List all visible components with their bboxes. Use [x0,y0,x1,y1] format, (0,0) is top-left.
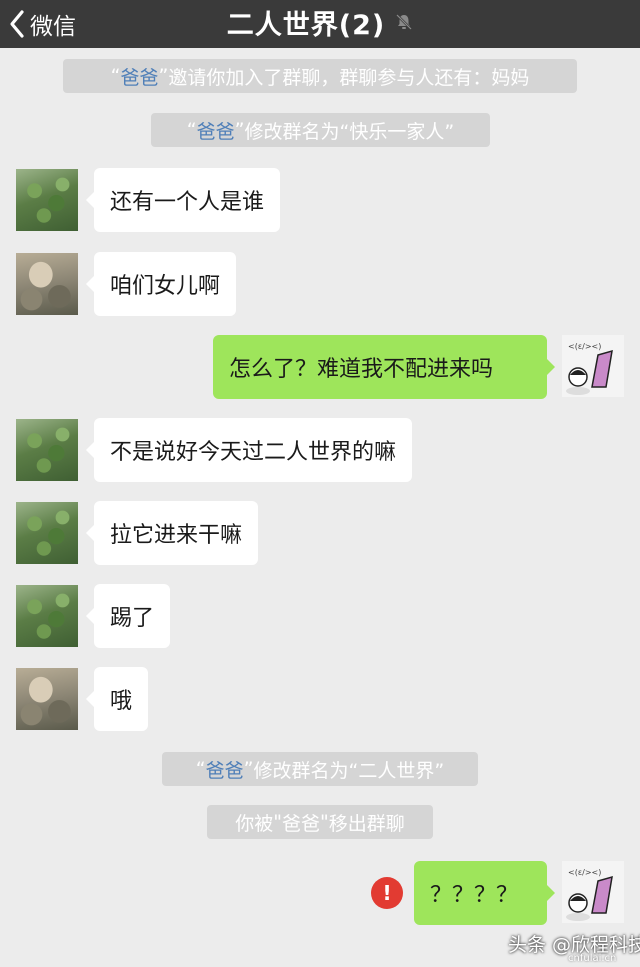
cartoon-avatar-icon: <(ε/><) [566,868,613,921]
message-text: 还有一个人是谁 [110,190,265,215]
message-text: 哦 [110,689,133,714]
chat-title-text: 二人世界(2) [226,9,386,41]
send-failed-icon[interactable]: ! [371,877,403,909]
mute-bell-icon [396,14,413,30]
system-notice-rename: “爸爸” 修改群名为“快乐一家人” [151,113,490,147]
navigation-bar: 微信 二人世界(2) [0,0,640,48]
send-failed-mark: ! [382,881,392,905]
message-bubble-incoming[interactable]: 咱们女儿啊 [85,252,237,316]
cartoon-avatar-icon: <(ε/><) [566,342,613,395]
notice-actor-name[interactable]: 爸爸 [206,756,244,783]
svg-text:<(ε/><): <(ε/><) [568,868,601,877]
notice-text: 邀请你加入了群聊，群聊参与人还有：妈妈 [168,66,530,89]
avatar[interactable] [16,668,78,730]
system-notice-rename: “爸爸” 修改群名为“二人世界” [162,752,478,786]
system-notice-invite: “爸爸” 邀请你加入了群聊，群聊参与人还有：妈妈 [63,59,577,93]
avatar[interactable] [16,502,78,564]
notice-text: 修改群名为“快乐一家人” [244,120,455,143]
message-bubble-incoming[interactable]: 还有一个人是谁 [85,168,281,232]
message-bubble-outgoing[interactable]: ？？？？ [414,861,555,925]
notice-text: 修改群名为“二人世界” [253,759,445,782]
avatar[interactable] [16,169,78,231]
avatar[interactable]: <(ε/><) [562,861,624,923]
message-text: 不是说好今天过二人世界的嘛 [110,440,397,465]
avatar[interactable]: <(ε/><) [562,335,624,397]
notice-actor-name[interactable]: 爸爸 [282,809,320,836]
watermark-url: cnfulai.cn [568,953,617,964]
svg-text:<(ε/><): <(ε/><) [568,342,601,351]
message-text: 怎么了？难道我不配进来吗 [229,357,494,382]
message-text: ？？？？ [430,883,519,908]
message-bubble-incoming[interactable]: 不是说好今天过二人世界的嘛 [85,418,413,482]
chat-title: 二人世界(2) [0,0,640,44]
message-bubble-incoming[interactable]: 拉它进来干嘛 [85,501,259,565]
notice-suffix: 移出群聊 [328,812,405,835]
avatar[interactable] [16,419,78,481]
message-bubble-outgoing[interactable]: 怎么了？难道我不配进来吗 [213,335,555,399]
message-text: 踢了 [110,606,155,631]
message-bubble-incoming[interactable]: 踢了 [85,584,171,648]
avatar[interactable] [16,253,78,315]
message-text: 咱们女儿啊 [110,274,221,299]
avatar[interactable] [16,585,78,647]
notice-prefix: 你被 [235,812,274,835]
notice-actor-name[interactable]: 爸爸 [197,117,235,144]
notice-actor-name[interactable]: 爸爸 [120,63,158,90]
message-text: 拉它进来干嘛 [110,523,243,548]
message-bubble-incoming[interactable]: 哦 [85,667,149,731]
system-notice-removed: 你被 " 爸爸 " 移出群聊 [207,805,433,839]
